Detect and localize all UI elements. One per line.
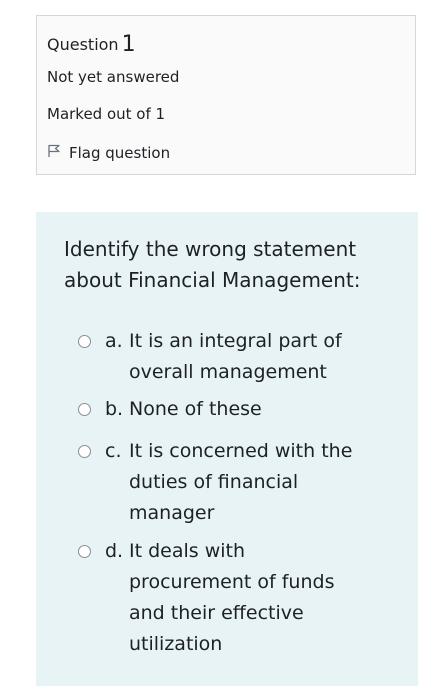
answer-option-c[interactable]: c. It is concerned with the duties of fi… (78, 436, 365, 529)
flag-question-label: Flag question (69, 144, 171, 162)
answer-option-d[interactable]: d. It deals with procurement of funds an… (78, 536, 365, 660)
question-content: Identify the wrong statement about Finan… (36, 212, 418, 686)
question-state: Not yet answered (47, 68, 180, 86)
question-text: Identify the wrong statement about Finan… (64, 237, 361, 292)
option-text: It is an integral part of overall manage… (129, 330, 342, 383)
question-info-panel: Question 1 Not yet answered Marked out of… (36, 15, 416, 175)
radio-button-b[interactable] (78, 403, 91, 416)
option-text: It is concerned with the duties of finan… (129, 440, 353, 524)
option-text: It deals with procurement of funds and t… (129, 540, 335, 655)
radio-button-d[interactable] (78, 545, 91, 558)
flag-icon (47, 144, 69, 162)
question-label: Question (47, 35, 119, 54)
radio-button-a[interactable] (78, 335, 91, 348)
question-grade: Marked out of 1 (47, 105, 166, 123)
option-letter: d. (105, 540, 124, 562)
option-text: None of these (129, 398, 262, 420)
option-letter: c. (105, 440, 122, 462)
question-number: 1 (121, 32, 136, 57)
answer-option-b[interactable]: b. None of these (78, 394, 365, 425)
option-letter: b. (105, 398, 124, 420)
answer-option-a[interactable]: a. It is an integral part of overall man… (78, 326, 365, 388)
flag-question-link[interactable]: Flag question (47, 144, 170, 162)
radio-button-c[interactable] (78, 445, 91, 458)
question-number-heading: Question 1 (47, 32, 136, 57)
option-letter: a. (105, 330, 123, 352)
